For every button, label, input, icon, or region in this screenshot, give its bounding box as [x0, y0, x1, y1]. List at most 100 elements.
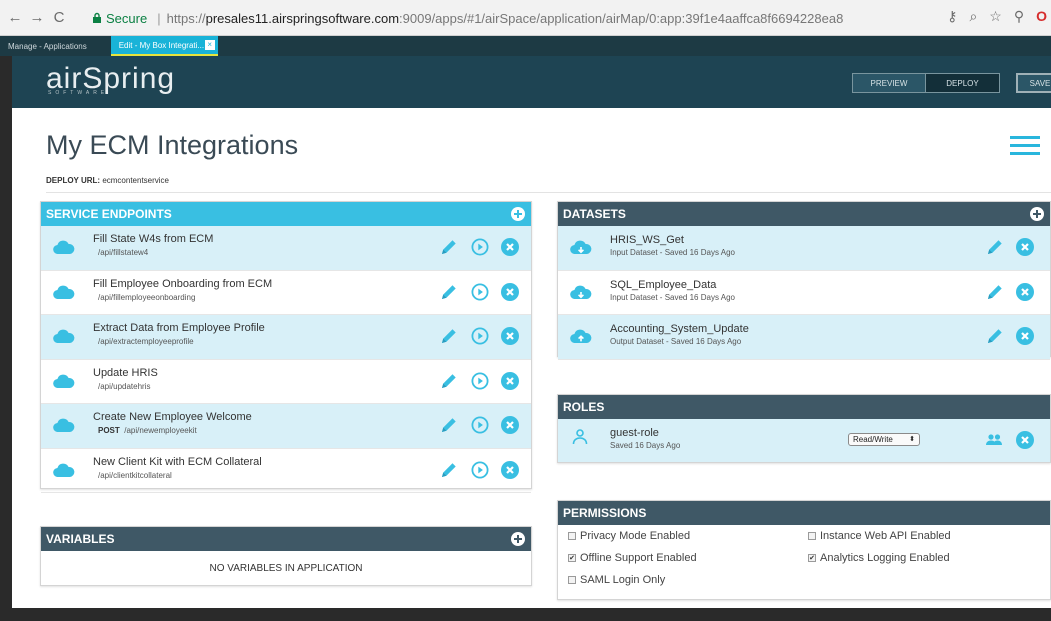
endpoint-row[interactable]: Create New Employee Welcome POST /api/new…	[41, 404, 531, 449]
dataset-name: Accounting_System_Update	[610, 323, 749, 335]
run-play-icon[interactable]	[471, 372, 489, 390]
permission-label: Instance Web API Enabled	[820, 530, 951, 542]
checkbox-checked[interactable]: ✔	[568, 554, 576, 562]
dataset-info: Input Dataset - Saved 16 Days Ago	[610, 292, 735, 302]
edit-pencil-icon[interactable]	[440, 283, 458, 301]
hamburger-menu-icon[interactable]	[1010, 136, 1040, 156]
endpoint-row[interactable]: New Client Kit with ECM Collateral/api/c…	[41, 449, 531, 493]
deploy-url: DEPLOY URL: ecmcontentservice	[46, 176, 169, 185]
deploy-url-value: ecmcontentservice	[102, 176, 170, 185]
checkbox-unchecked[interactable]	[568, 576, 576, 584]
reload-icon[interactable]: C	[48, 7, 70, 29]
edit-pencil-icon[interactable]	[440, 416, 458, 434]
permission-item[interactable]: ✔ Analytics Logging Enabled	[808, 552, 950, 564]
delete-icon[interactable]	[1016, 327, 1034, 345]
role-access-select[interactable]: Read/Write ⬍	[848, 433, 920, 446]
cloud-icon	[53, 285, 75, 299]
checkbox-unchecked[interactable]	[808, 532, 816, 540]
delete-icon[interactable]	[501, 282, 519, 301]
tab-edit-application[interactable]: Edit - My Box Integrati... ×	[110, 36, 218, 56]
endpoint-row[interactable]: Extract Data from Employee Profile/api/e…	[41, 315, 531, 360]
endpoint-row[interactable]: Fill Employee Onboarding from ECM/api/fi…	[41, 271, 531, 315]
close-icon[interactable]: ×	[204, 40, 215, 50]
endpoint-row[interactable]: Fill State W4s from ECM/api/fillstatew4	[41, 226, 531, 271]
delete-icon[interactable]	[501, 371, 519, 390]
delete-icon[interactable]	[1016, 431, 1034, 449]
delete-icon[interactable]	[1016, 282, 1034, 301]
url-host: presales11.airspringsoftware.com	[205, 10, 400, 26]
url-path: :9009/apps/#1/airSpace/application/airMa…	[399, 10, 844, 26]
zoom-icon[interactable]: ⌕	[969, 8, 977, 25]
permissions-panel: PERMISSIONS Privacy Mode Enabled Instance…	[557, 500, 1051, 600]
endpoint-method: POST	[98, 426, 120, 435]
endpoint-name: New Client Kit with ECM Collateral	[93, 455, 262, 468]
extension-icon[interactable]: ⚲	[1014, 8, 1024, 25]
permissions-header: PERMISSIONS	[558, 501, 1050, 525]
delete-icon[interactable]	[501, 238, 519, 256]
add-dataset-icon[interactable]	[1030, 207, 1044, 221]
endpoint-path-text: /api/updatehris	[98, 381, 151, 391]
endpoint-path: /api/fillstatew4	[98, 248, 148, 257]
datasets-panel: DATASETS HRIS_WS_Get Input Dataset - Save…	[557, 201, 1051, 360]
browser-toolbar: ← → C Secure | https:// presales11.airsp…	[0, 0, 1051, 36]
delete-icon[interactable]	[501, 416, 519, 434]
edit-pencil-icon[interactable]	[440, 372, 458, 390]
cloud-download-icon	[570, 240, 592, 254]
address-bar[interactable]: Secure | https:// presales11.airspringso…	[92, 6, 942, 30]
tab-edit-label: Edit - My Box Integrati...	[118, 40, 205, 50]
users-group-icon[interactable]	[985, 431, 1003, 449]
checkbox-unchecked[interactable]	[568, 532, 576, 540]
edit-pencil-icon[interactable]	[986, 327, 1004, 345]
checkbox-checked[interactable]: ✔	[808, 554, 816, 562]
add-variable-icon[interactable]	[511, 532, 525, 546]
endpoint-path: /api/updatehris	[98, 382, 150, 391]
run-play-icon[interactable]	[471, 327, 489, 345]
run-play-icon[interactable]	[471, 416, 489, 434]
permission-item[interactable]: Privacy Mode Enabled	[568, 530, 690, 542]
roles-header: ROLES	[558, 395, 1050, 419]
role-info: Saved 16 Days Ago	[610, 441, 681, 450]
endpoint-name: Create New Employee Welcome	[93, 411, 252, 423]
dataset-row[interactable]: Accounting_System_Update Output Dataset -…	[558, 315, 1050, 360]
edit-pencil-icon[interactable]	[986, 283, 1004, 301]
save-button[interactable]: SAVE	[1016, 73, 1051, 93]
key-icon[interactable]: ⚷	[947, 8, 957, 25]
dataset-row[interactable]: SQL_Employee_Data Input Dataset - Saved 1…	[558, 271, 1050, 315]
preview-button[interactable]: PREVIEW	[852, 73, 926, 93]
edit-pencil-icon[interactable]	[440, 327, 458, 345]
edit-pencil-icon[interactable]	[440, 238, 458, 256]
run-play-icon[interactable]	[471, 238, 489, 256]
add-endpoint-icon[interactable]	[511, 207, 525, 221]
deploy-url-label: DEPLOY URL:	[46, 176, 101, 185]
role-name: guest-role	[610, 427, 659, 439]
permission-item[interactable]: SAML Login Only	[568, 574, 665, 586]
run-play-icon[interactable]	[471, 461, 489, 479]
delete-icon[interactable]	[501, 460, 519, 479]
datasets-header: DATASETS	[558, 202, 1050, 226]
deploy-button[interactable]: DEPLOY	[926, 73, 1000, 93]
dataset-row[interactable]: HRIS_WS_Get Input Dataset - Saved 16 Days…	[558, 226, 1050, 271]
cloud-icon	[53, 418, 75, 432]
edit-pencil-icon[interactable]	[986, 238, 1004, 256]
delete-icon[interactable]	[501, 327, 519, 345]
back-arrow-icon[interactable]: ←	[4, 7, 26, 29]
tab-manage-applications[interactable]: Manage - Applications	[0, 36, 95, 56]
permission-item[interactable]: ✔ Offline Support Enabled	[568, 552, 697, 564]
user-icon	[572, 429, 588, 445]
permission-item[interactable]: Instance Web API Enabled	[808, 530, 951, 542]
permission-label: Offline Support Enabled	[580, 552, 697, 564]
edit-pencil-icon[interactable]	[440, 461, 458, 479]
run-play-icon[interactable]	[471, 283, 489, 301]
secure-label: Secure	[106, 10, 148, 26]
forward-arrow-icon[interactable]: →	[26, 7, 48, 29]
cloud-icon	[53, 240, 75, 254]
delete-icon[interactable]	[1016, 238, 1034, 256]
endpoint-path: POST /api/newemployeekit	[98, 426, 197, 435]
endpoint-row[interactable]: Update HRIS/api/updatehris	[41, 360, 531, 404]
opera-icon[interactable]: O	[1036, 8, 1047, 25]
cloud-icon	[53, 463, 75, 477]
bookmark-star-icon[interactable]: ☆	[989, 8, 1002, 25]
role-row[interactable]: guest-role Saved 16 Days Ago Read/Write …	[558, 419, 1050, 462]
main-content: My ECM Integrations DEPLOY URL: ecmconte…	[12, 108, 1051, 608]
endpoint-path-text: /api/clientkitcollateral	[98, 470, 172, 480]
